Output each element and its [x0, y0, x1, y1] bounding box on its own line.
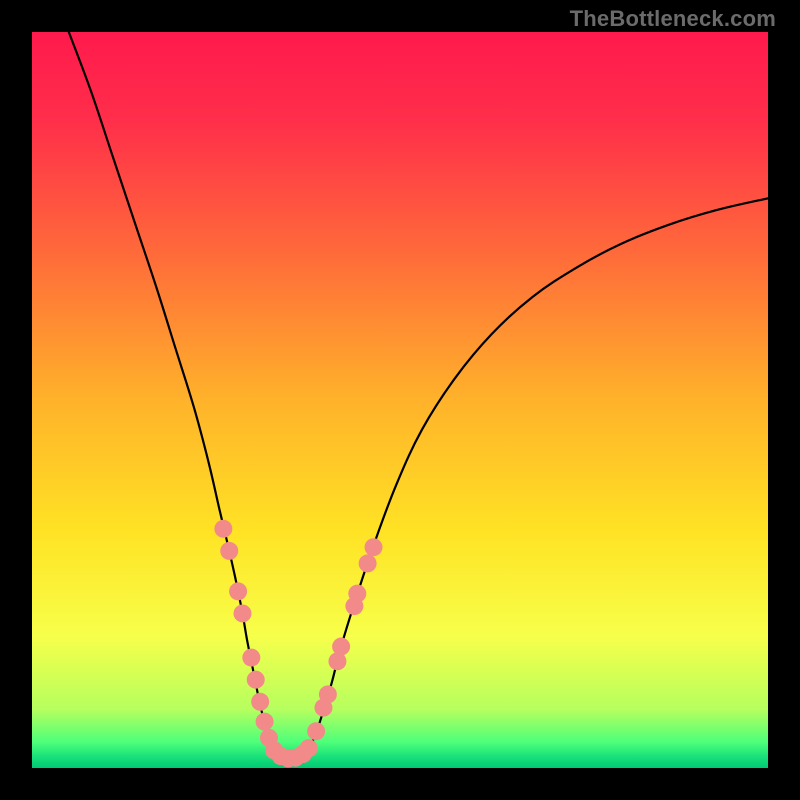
marker-dot: [229, 582, 247, 600]
watermark-text: TheBottleneck.com: [570, 6, 776, 32]
marker-dot: [359, 554, 377, 572]
plot-svg: [32, 32, 768, 768]
gradient-background: [32, 32, 768, 768]
marker-dot: [251, 693, 269, 711]
marker-dot: [348, 585, 366, 603]
marker-dot: [300, 739, 318, 757]
outer-frame: TheBottleneck.com: [0, 0, 800, 800]
marker-dot: [332, 638, 350, 656]
marker-dot: [233, 604, 251, 622]
marker-dot: [220, 542, 238, 560]
marker-dot: [365, 538, 383, 556]
marker-dot: [307, 722, 325, 740]
marker-dot: [214, 520, 232, 538]
marker-dot: [242, 649, 260, 667]
plot-area: [32, 32, 768, 768]
marker-dot: [247, 671, 265, 689]
marker-dot: [256, 713, 274, 731]
marker-dot: [319, 685, 337, 703]
